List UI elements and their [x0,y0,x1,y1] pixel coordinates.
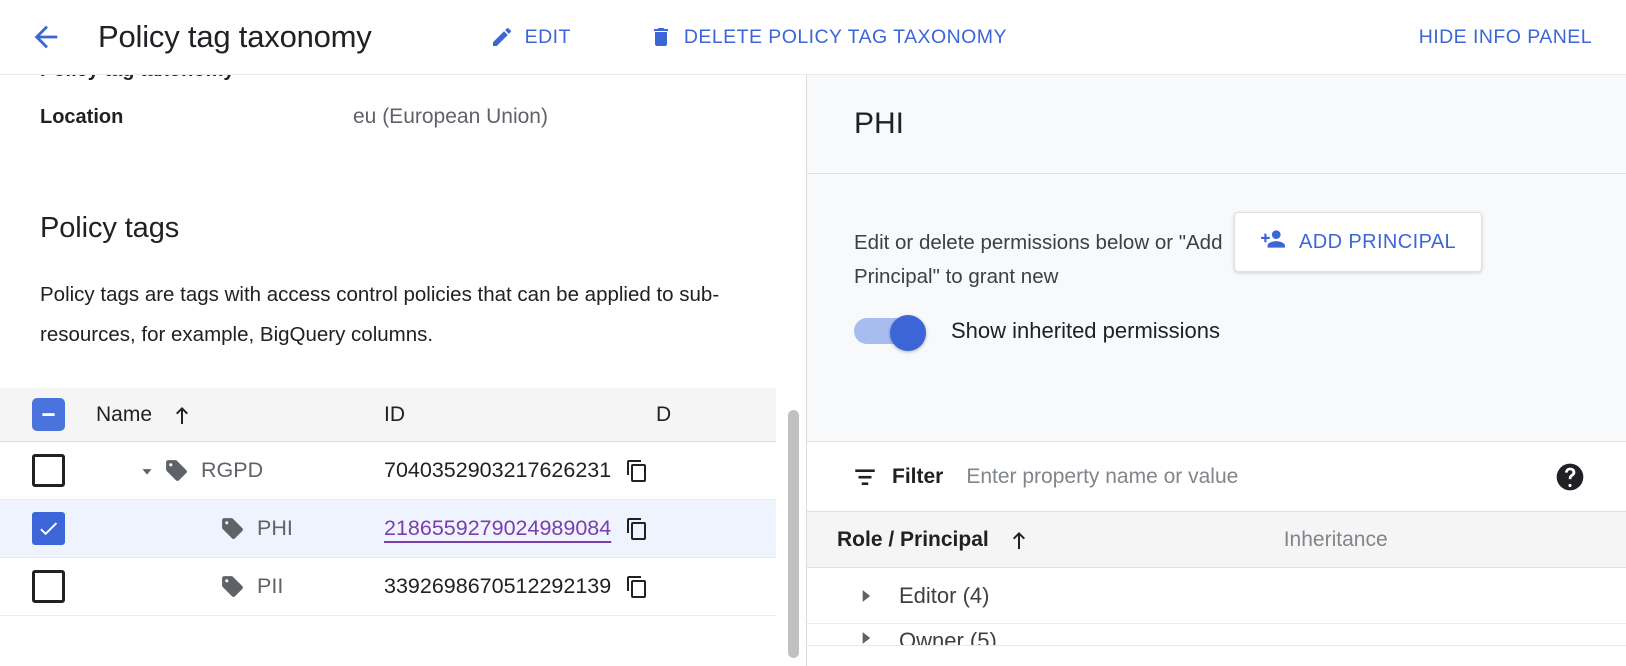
row-checkbox[interactable] [32,570,65,603]
row-checkbox[interactable] [32,454,65,487]
filter-bar: Filter [807,442,1626,512]
page-title: Policy tag taxonomy [98,19,372,55]
caret-right-icon[interactable] [856,628,876,646]
row-name-cell: RGPD [96,458,384,483]
perm-column-inheritance-label: Inheritance [1284,528,1388,552]
policy-tags-table-header: Name ID D [0,388,776,442]
row-name-cell: PHI [96,516,384,541]
arrow-up-icon [170,403,194,427]
clipped-meta-row: Policy tag taxonomy [0,75,806,97]
arrow-up-icon[interactable] [1007,528,1031,552]
location-value: eu (European Union) [353,105,548,129]
row-name-label: PII [257,574,283,599]
column-header-id[interactable]: ID [384,403,656,427]
tag-icon [220,574,245,599]
permissions-description: Edit or delete permissions below or "Add… [854,226,1234,294]
pencil-icon [490,25,514,49]
location-label: Location [40,106,353,129]
select-all-cell [0,398,96,431]
filter-icon[interactable] [852,464,878,490]
column-header-name-label: Name [96,403,152,427]
row-id-value: 7040352903217626231 [384,458,611,483]
row-id-cell: 7040352903217626231 [384,458,656,483]
table-row[interactable]: PHI 2186559279024989084 [0,500,776,558]
tag-icon [220,516,245,541]
hide-info-panel-button[interactable]: HIDE INFO PANEL [1413,13,1598,61]
top-toolbar: Policy tag taxonomy EDIT DELETE POLICY T… [0,0,1626,75]
delete-taxonomy-label: DELETE POLICY TAG TAXONOMY [684,26,1007,49]
row-checkbox-cell [0,512,96,545]
copy-icon[interactable] [625,517,649,541]
permissions-intro-section: Edit or delete permissions below or "Add… [807,174,1626,442]
edit-button-label: EDIT [525,26,571,49]
toggle-switch[interactable] [854,315,926,347]
help-circle-icon[interactable] [1554,461,1586,493]
row-name-cell: PII [96,574,384,599]
permissions-table-header: Role / Principal Inheritance [807,512,1626,568]
permission-row-label: Editor (4) [899,583,989,609]
table-row[interactable]: PII 3392698670512292139 [0,558,776,616]
row-id-link[interactable]: 2186559279024989084 [384,516,611,541]
permission-row[interactable]: Editor (4) [807,568,1626,624]
app-root: Policy tag taxonomy EDIT DELETE POLICY T… [0,0,1626,666]
left-content-pane: Policy tag taxonomy Location eu (Europea… [0,75,806,666]
edit-button[interactable]: EDIT [484,13,577,61]
toggle-knob [890,315,926,351]
row-id-cell: 3392698670512292139 [384,574,656,599]
trash-icon [649,25,673,49]
policy-tags-table: Name ID D [0,388,776,616]
info-panel: PHI Edit or delete permissions below or … [807,75,1626,666]
vertical-scrollbar-thumb[interactable] [788,410,799,658]
copy-icon[interactable] [625,459,649,483]
column-header-d[interactable]: D [656,403,776,427]
info-panel-header: PHI [807,75,1626,174]
copy-icon[interactable] [625,575,649,599]
tag-icon [164,458,189,483]
show-inherited-permissions-toggle[interactable]: Show inherited permissions [854,315,1220,347]
row-id-cell: 2186559279024989084 [384,516,656,541]
info-panel-title: PHI [854,107,904,141]
person-add-icon [1260,226,1286,258]
table-row[interactable]: RGPD 7040352903217626231 [0,442,776,500]
clipped-meta-label: Policy tag taxonomy [40,75,235,81]
caret-down-icon[interactable] [130,460,164,482]
check-mark-icon [37,517,60,540]
select-all-checkbox[interactable] [32,398,65,431]
filter-label: Filter [892,465,943,489]
permission-row[interactable]: Owner (5) [807,624,1626,646]
caret-right-icon[interactable] [856,586,876,606]
row-name-label: RGPD [201,458,263,483]
hide-info-panel-label: HIDE INFO PANEL [1419,26,1592,49]
column-header-d-label: D [656,403,671,427]
location-row: Location eu (European Union) [40,105,548,129]
filter-input[interactable] [966,465,1446,489]
back-button[interactable] [24,15,68,59]
permission-row-label: Owner (5) [899,628,997,646]
row-checkbox-cell [0,454,96,487]
row-checkbox-cell [0,570,96,603]
add-principal-label: ADD PRINCIPAL [1299,231,1456,254]
indeterminate-mark-icon [38,404,59,425]
delete-taxonomy-button[interactable]: DELETE POLICY TAG TAXONOMY [643,13,1013,61]
column-header-name[interactable]: Name [96,403,384,427]
add-principal-button[interactable]: ADD PRINCIPAL [1234,212,1482,272]
policy-tags-heading: Policy tags [40,212,179,245]
column-header-id-label: ID [384,403,405,427]
row-name-label: PHI [257,516,293,541]
row-id-value: 3392698670512292139 [384,574,611,599]
toggle-label: Show inherited permissions [951,318,1220,344]
arrow-left-icon [29,20,63,54]
perm-column-role-label: Role / Principal [837,528,989,552]
row-checkbox[interactable] [32,512,65,545]
policy-tags-description: Policy tags are tags with access control… [40,275,730,355]
